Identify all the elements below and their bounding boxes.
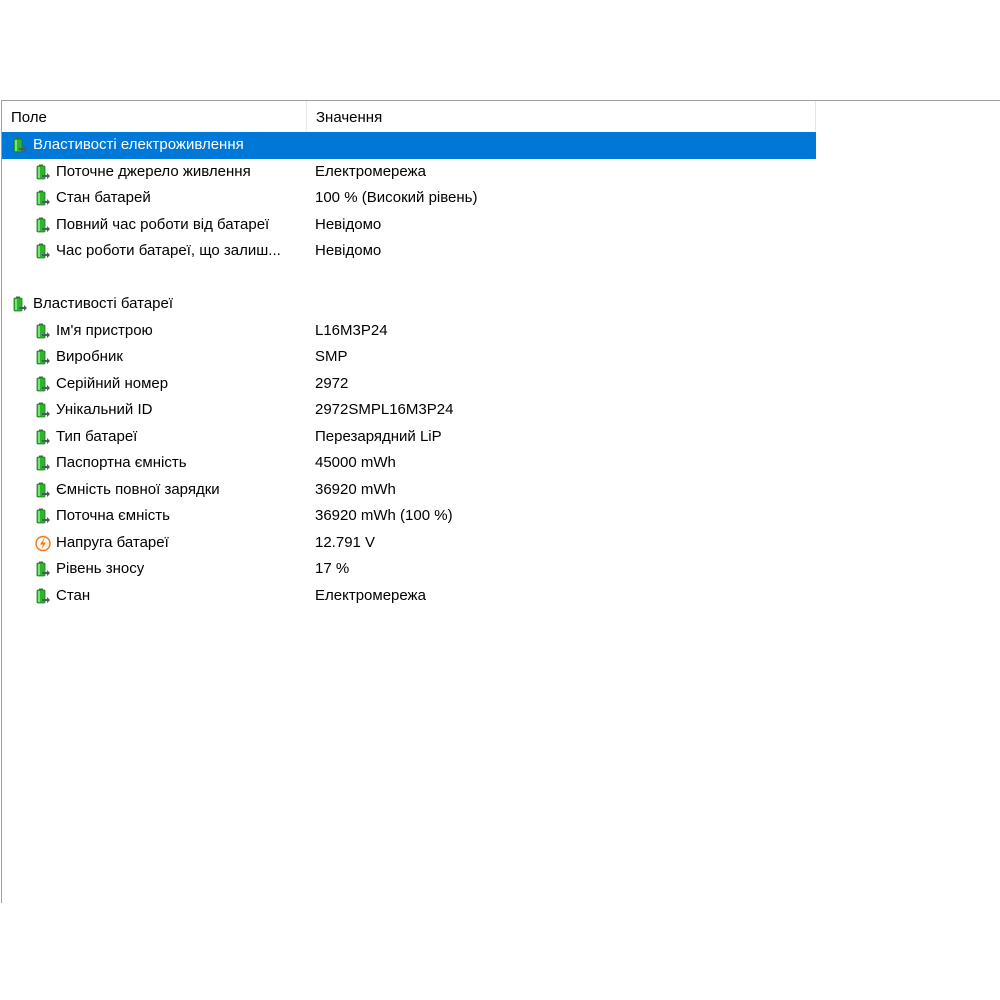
property-field-cell: Час роботи батареї, що залиш... [2,238,307,265]
battery-icon [36,349,50,365]
property-list-view[interactable]: Поле Значення Властивості електроживленн… [1,100,1000,903]
property-value: L16M3P24 [315,321,388,339]
property-field-cell: Стан [2,583,307,610]
battery-icon [36,508,50,524]
property-row[interactable]: Час роботи батареї, що залиш... Невідомо [2,238,816,265]
property-field-cell: Ім'я пристрою [2,318,307,345]
property-field-cell: Паспортна ємність [2,450,307,477]
property-row[interactable]: Стан Електромережа [2,583,816,610]
property-value: 12.791 V [315,533,376,551]
battery-icon [36,217,50,232]
property-label: Ємність повної зарядки [56,480,220,498]
property-row[interactable]: Тип батареї Перезарядний LiP [2,424,816,451]
property-field-cell: Тип батареї [2,424,307,451]
property-row[interactable]: Напруга батареї 12.791 V [2,530,816,557]
group-row[interactable]: Властивості електроживлення [2,132,816,159]
property-label: Поточна ємність [56,507,170,524]
group-field-cell: Властивості електроживлення [2,132,816,159]
property-row[interactable]: Повний час роботи від батареї Невідомо [2,212,816,239]
property-label: Стан батарей [56,189,151,206]
property-field-cell: Унікальний ID [2,397,307,424]
property-label: Унікальний ID [56,401,153,418]
property-label: Стан [56,586,91,604]
property-label: Напруга батареї [56,533,169,551]
property-label: Час роботи батареї, що залиш... [56,242,281,259]
property-label: Поточне джерело живлення [56,162,251,180]
property-field-cell: Серійний номер [2,371,307,398]
property-field-cell: Поточне джерело живлення [2,159,307,186]
battery-icon [36,588,50,603]
property-value: Невідомо [315,215,382,233]
battery-icon [36,561,50,577]
property-value: 100 % (Високий рівень) [315,189,478,206]
property-row[interactable]: Стан батарей 100 % (Високий рівень) [2,185,816,212]
battery-icon [13,296,27,312]
property-field-cell: Повний час роботи від батареї [2,212,307,239]
battery-icon [36,482,50,497]
property-field-cell: Стан батарей [2,185,307,212]
property-value: 2972 [315,374,349,392]
property-value: Невідомо [315,242,382,259]
property-field-cell: Виробник [2,344,307,371]
property-label: Виробник [56,348,123,365]
property-value: 2972SMPL16M3P24 [315,401,454,418]
property-label: Ім'я пристрою [56,321,153,339]
property-row[interactable]: Серійний номер 2972 [2,371,816,398]
property-row[interactable]: Рівень зносу 17 % [2,556,816,583]
battery-icon [36,402,50,418]
battery-icon [36,376,50,391]
property-value: Електромережа [315,586,426,604]
property-label: Тип батареї [56,427,138,445]
battery-icon [36,164,50,179]
battery-icon [36,190,50,206]
property-field-cell: Ємність повної зарядки [2,477,307,504]
property-value: SMP [315,348,348,365]
column-header-value[interactable]: Значення [307,101,816,131]
battery-icon [36,323,50,338]
property-label: Паспортна ємність [56,454,187,471]
property-row[interactable]: Виробник SMP [2,344,816,371]
battery-icon [36,243,50,259]
property-row[interactable]: Паспортна ємність 45000 mWh [2,450,816,477]
battery-icon [36,429,50,444]
property-value: Електромережа [315,162,426,180]
property-value: 36920 mWh [315,480,396,498]
property-value: 17 % [315,560,350,577]
group-field-cell: Властивості батареї [2,291,307,318]
battery-icon [13,137,27,153]
battery-icon [36,455,50,471]
list-header: Поле Значення [2,101,816,131]
property-label: Повний час роботи від батареї [56,215,270,233]
property-row[interactable]: Ємність повної зарядки 36920 mWh [2,477,816,504]
property-field-cell: Рівень зносу [2,556,307,583]
property-value: 36920 mWh (100 %) [315,507,453,524]
property-row[interactable]: Поточне джерело живлення Електромережа [2,159,816,186]
group-label: Властивості батареї [33,295,174,312]
property-row[interactable]: Ім'я пристрою L16M3P24 [2,318,816,345]
group-label: Властивості електроживлення [33,136,244,153]
property-value: 45000 mWh [315,454,396,471]
property-label: Рівень зносу [56,560,145,577]
property-row[interactable]: Поточна ємність 36920 mWh (100 %) [2,503,816,530]
property-field-cell: Напруга батареї [2,530,307,557]
list-body: Властивості електроживлення Поточне джере… [2,132,816,609]
group-row[interactable]: Властивості батареї [2,291,816,318]
property-label: Серійний номер [56,374,169,392]
property-value: Перезарядний LiP [315,427,442,445]
voltage-icon [35,535,51,551]
property-field-cell: Поточна ємність [2,503,307,530]
column-header-field[interactable]: Поле [2,101,307,131]
property-row[interactable]: Унікальний ID 2972SMPL16M3P24 [2,397,816,424]
